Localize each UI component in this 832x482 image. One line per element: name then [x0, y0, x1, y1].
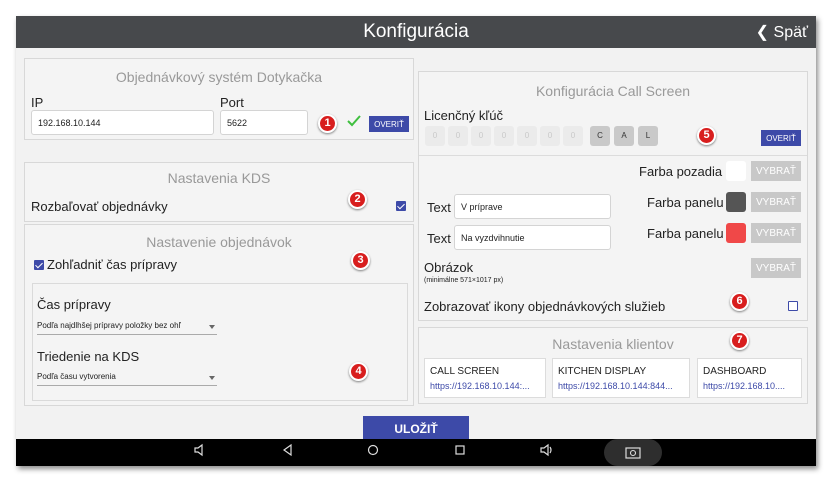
- client-card-call-screen[interactable]: CALL SCREEN https://192.168.10.144:...: [424, 358, 546, 398]
- image-pick-button[interactable]: VYBRAŤ: [751, 258, 801, 278]
- panel-color-swatch-1[interactable]: [726, 192, 746, 212]
- chevron-down-icon: [209, 376, 215, 380]
- client-name: CALL SCREEN: [430, 366, 500, 377]
- license-key-digit[interactable]: 0: [448, 126, 468, 146]
- kds-settings-panel: Nastavenia KDS Rozbaľovať objednávky 2: [24, 162, 414, 222]
- port-input[interactable]: 5622: [220, 110, 308, 135]
- port-label: Port: [220, 95, 244, 110]
- badge-2: 2: [348, 190, 367, 209]
- page-title: Konfigurácia: [363, 21, 469, 42]
- order-settings-panel: Nastavenie objednávok Zohľadniť čas príp…: [24, 224, 414, 406]
- prep-time-checkbox[interactable]: [34, 260, 44, 270]
- license-verify-button[interactable]: OVERIŤ: [761, 130, 801, 146]
- client-card-dashboard[interactable]: DASHBOARD https://192.168.10....: [697, 358, 802, 398]
- volume-down-icon[interactable]: [193, 443, 207, 457]
- prep-time-checkbox-label[interactable]: Zohľadniť čas prípravy: [47, 257, 177, 272]
- sort-dropdown[interactable]: Podľa času vytvorenia: [37, 372, 217, 386]
- panel-title: Nastavenia KDS: [167, 170, 271, 186]
- system-nav-bar: [16, 439, 816, 466]
- text-label-2: Text: [427, 231, 451, 246]
- app-window: Konfigurácia ❮ Späť Objednávkový systém …: [16, 16, 816, 466]
- sort-value: Podľa času vytvorenia: [37, 372, 116, 381]
- license-key-digit[interactable]: A: [614, 126, 634, 146]
- back-icon[interactable]: [281, 443, 295, 457]
- client-url[interactable]: https://192.168.10....: [703, 381, 798, 391]
- bg-color-pick-button[interactable]: VYBRAŤ: [751, 161, 801, 181]
- prep-time-dropdown[interactable]: Podľa najdlhšej prípravy položky bez ohľ: [37, 321, 217, 335]
- badge-4: 4: [349, 362, 368, 381]
- home-icon[interactable]: [366, 443, 380, 457]
- panel-color-pick-button-2[interactable]: VYBRAŤ: [751, 223, 801, 243]
- license-key-digit[interactable]: L: [638, 126, 658, 146]
- recents-icon[interactable]: [453, 443, 467, 457]
- panel-color-label-1: Farba panelu: [647, 195, 724, 210]
- license-key-digit[interactable]: 0: [517, 126, 537, 146]
- content-area: Objednávkový systém Dotykačka IP 192.168…: [16, 48, 816, 442]
- client-name: KITCHEN DISPLAY: [558, 366, 647, 377]
- text-input-1[interactable]: V príprave: [454, 194, 611, 219]
- license-key-row: 0 0 0 0 0 0 0 C A L: [419, 126, 669, 148]
- screenshot-icon: [625, 446, 641, 464]
- license-key-digit[interactable]: 0: [425, 126, 445, 146]
- chevron-left-icon: ❮: [755, 24, 770, 41]
- image-label: Obrázok: [424, 260, 474, 275]
- badge-3: 3: [351, 251, 370, 270]
- license-key-digit[interactable]: 0: [563, 126, 583, 146]
- license-key-digit[interactable]: 0: [471, 126, 491, 146]
- panel-color-swatch-2[interactable]: [726, 223, 746, 243]
- badge-1: 1: [318, 114, 337, 133]
- back-label: Späť: [773, 24, 808, 41]
- show-icons-label: Zobrazovať ikony objednávkových služieb: [424, 299, 666, 314]
- panel-title: Nastavenie objednávok: [146, 234, 292, 250]
- client-card-kitchen-display[interactable]: KITCHEN DISPLAY https://192.168.10.144:8…: [552, 358, 690, 398]
- ordering-verify-button[interactable]: OVERIŤ: [369, 116, 409, 132]
- badge-5: 5: [697, 126, 716, 145]
- ip-input[interactable]: 192.168.10.144: [31, 110, 214, 135]
- client-name: DASHBOARD: [703, 366, 767, 377]
- panel-color-label-2: Farba panelu: [647, 226, 724, 241]
- prep-time-label: Čas prípravy: [37, 297, 111, 312]
- badge-6: 6: [730, 292, 749, 311]
- prep-time-value: Podľa najdlhšej prípravy položky bez ohľ: [37, 321, 181, 330]
- panel-color-pick-button-1[interactable]: VYBRAŤ: [751, 192, 801, 212]
- volume-up-icon[interactable]: [539, 443, 555, 457]
- expand-orders-checkbox[interactable]: [396, 201, 406, 211]
- client-url[interactable]: https://192.168.10.144:...: [430, 381, 542, 391]
- license-key-digit[interactable]: 0: [540, 126, 560, 146]
- clients-panel: Nastavenia klientov 7 CALL SCREEN https:…: [418, 327, 808, 404]
- bg-color-swatch[interactable]: [726, 161, 746, 181]
- bg-color-label: Farba pozadia: [639, 164, 723, 179]
- back-button[interactable]: ❮ Späť: [756, 22, 808, 42]
- text-input-2[interactable]: Na vyzdvihnutie: [454, 225, 611, 250]
- top-bar: Konfigurácia ❮ Späť: [16, 16, 816, 48]
- show-icons-checkbox[interactable]: [788, 301, 798, 311]
- text-label-1: Text: [427, 200, 451, 215]
- divider: [419, 155, 807, 156]
- license-key-digit[interactable]: C: [590, 126, 610, 146]
- image-hint: (minimálne 571×1017 px): [424, 277, 504, 284]
- expand-orders-label: Rozbaľovať objednávky: [31, 199, 168, 214]
- panel-title: Konfigurácia Call Screen: [535, 83, 691, 99]
- ordering-system-panel: Objednávkový systém Dotykačka IP 192.168…: [24, 58, 414, 140]
- order-subpanel: Čas prípravy Podľa najdlhšej prípravy po…: [32, 283, 408, 401]
- badge-7: 7: [730, 331, 749, 350]
- license-key-label: Licenčný kľúč: [424, 108, 503, 123]
- chevron-down-icon: [209, 325, 215, 329]
- screenshot-button[interactable]: [604, 439, 662, 466]
- sort-label: Triedenie na KDS: [37, 349, 140, 364]
- checkmark-icon: [347, 114, 361, 132]
- license-key-digit[interactable]: 0: [494, 126, 514, 146]
- ip-label: IP: [31, 95, 44, 110]
- panel-title: Objednávkový systém Dotykačka: [115, 69, 323, 85]
- call-screen-panel: Konfigurácia Call Screen Licenčný kľúč 0…: [418, 71, 808, 321]
- client-url[interactable]: https://192.168.10.144:844...: [558, 381, 686, 391]
